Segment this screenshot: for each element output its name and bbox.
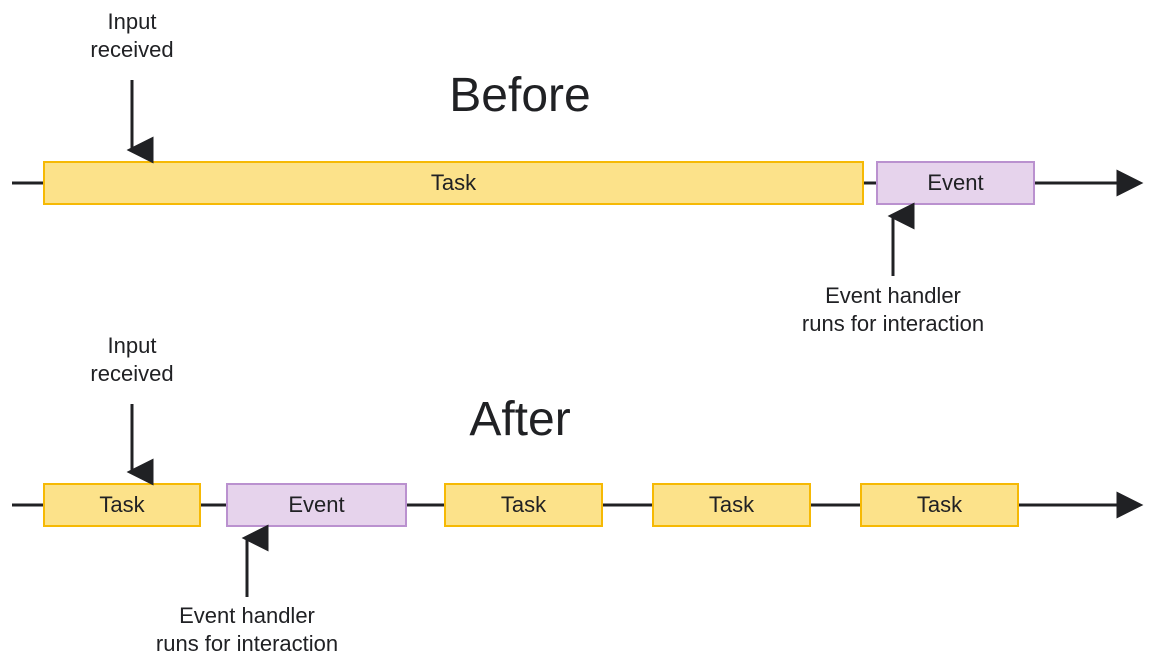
event-handler-text: Event handlerruns for interaction <box>156 603 338 656</box>
after-task-block-1: Task <box>43 483 201 527</box>
after-task-block-3: Task <box>652 483 811 527</box>
heading-before: Before <box>449 68 590 123</box>
input-received-line1: Inputreceived <box>90 9 173 62</box>
event-handler-text: Event handlerruns for interaction <box>802 283 984 336</box>
after-input-received-label: Inputreceived <box>90 332 173 387</box>
event-label: Event <box>288 492 344 518</box>
input-received-text: Inputreceived <box>90 333 173 386</box>
task-label: Task <box>431 170 476 196</box>
task-label: Task <box>709 492 754 518</box>
task-label: Task <box>99 492 144 518</box>
task-label: Task <box>917 492 962 518</box>
before-task-block: Task <box>43 161 864 205</box>
diagram-stage: Before After Task Event Task Event Task … <box>0 0 1155 647</box>
task-label: Task <box>501 492 546 518</box>
before-event-handler-label: Event handlerruns for interaction <box>802 282 984 337</box>
after-event-block: Event <box>226 483 407 527</box>
after-task-block-4: Task <box>860 483 1019 527</box>
before-input-received-label: Inputreceived <box>90 8 173 63</box>
after-event-handler-label: Event handlerruns for interaction <box>156 602 338 657</box>
event-label: Event <box>927 170 983 196</box>
heading-after: After <box>469 392 570 447</box>
after-task-block-2: Task <box>444 483 603 527</box>
before-event-block: Event <box>876 161 1035 205</box>
